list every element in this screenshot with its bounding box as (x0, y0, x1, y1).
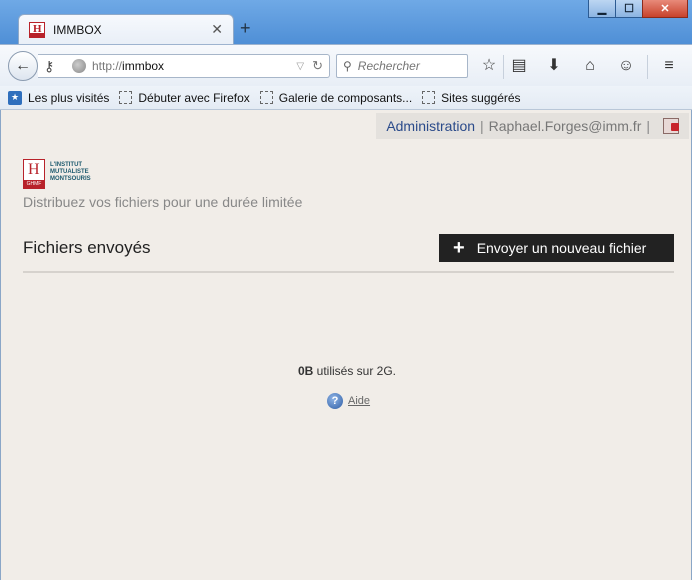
bookmark-star-icon[interactable]: ☆ (479, 57, 499, 75)
key-icon[interactable]: ⚷ (44, 58, 64, 75)
browser-tab[interactable]: IMMBOX ✕ (18, 14, 234, 44)
upload-button-label: Envoyer un nouveau fichier (476, 240, 647, 256)
home-icon[interactable]: ⌂ (580, 57, 600, 75)
toolbar-separator (503, 55, 504, 79)
logo-band: GHMF (24, 180, 44, 188)
url-host: immbox (122, 59, 165, 73)
minimize-button[interactable]: ▁ (588, 0, 616, 18)
page-icon (119, 91, 133, 104)
window-controls: ▁ ☐ ✕ (588, 0, 688, 18)
new-tab-button[interactable]: + (240, 18, 251, 38)
bookmark-suggested-sites[interactable]: Sites suggérés (422, 91, 521, 105)
window-titlebar: ▁ ☐ ✕ IMMBOX ✕ + (0, 0, 692, 44)
help-link[interactable]: Aide (348, 395, 370, 407)
download-icon[interactable]: ⬇ (544, 57, 564, 75)
reload-icon[interactable]: ↻ (312, 58, 323, 74)
separator: | (646, 118, 650, 134)
page-icon (259, 91, 273, 104)
chevron-down-icon[interactable]: ▽ (296, 61, 304, 72)
search-icon: ⚲ (343, 59, 352, 73)
menu-icon[interactable]: ≡ (659, 57, 679, 75)
tagline: Distribuez vos fichiers pour une durée l… (23, 194, 303, 210)
search-bar[interactable]: ⚲ (336, 54, 468, 78)
administration-link[interactable]: Administration (386, 118, 475, 134)
section-divider (23, 271, 674, 273)
user-email: Raphael.Forges@imm.fr (488, 118, 642, 134)
arrow-left-icon: ← (15, 57, 31, 74)
bookmark-most-visited[interactable]: ★ Les plus visités (8, 90, 109, 105)
back-button[interactable]: ← (8, 51, 38, 81)
institute-logo: H GHMF L'INSTITUT MUTUALISTE MONTSOURIS (23, 159, 91, 189)
section-title: Fichiers envoyés (23, 238, 151, 257)
help-link-group[interactable]: ? Aide (327, 393, 370, 409)
navigation-toolbar: ⚷ http://immbox ▽ ↻ ← ⚲ ☆ ▤ ⬇ ⌂ ☺ ≡ (0, 44, 692, 86)
globe-icon (72, 59, 86, 73)
storage-usage: 0B utilisés sur 2G. (1, 364, 692, 378)
search-input[interactable] (357, 59, 458, 73)
tab-close-icon[interactable]: ✕ (211, 21, 223, 38)
separator: | (480, 118, 484, 134)
bookmarks-toolbar: ★ Les plus visités Débuter avec Firefox … (0, 86, 692, 110)
logo-mark: H GHMF (23, 159, 45, 189)
page-content: Administration | Raphael.Forges@imm.fr |… (0, 110, 692, 580)
url-text[interactable]: http://immbox (92, 59, 296, 73)
help-icon[interactable]: ? (327, 393, 343, 409)
toolbar-separator (647, 55, 648, 79)
favicon-icon (29, 21, 45, 38)
usage-rest: utilisés sur 2G. (313, 364, 397, 378)
clipboard-icon[interactable]: ▤ (509, 57, 529, 75)
user-bar: Administration | Raphael.Forges@imm.fr | (376, 113, 689, 139)
chat-icon[interactable]: ☺ (616, 57, 636, 75)
url-bar[interactable]: ⚷ http://immbox ▽ ↻ (38, 54, 330, 78)
page-icon (422, 91, 436, 104)
bookmark-web-slice-gallery[interactable]: Galerie de composants... (259, 91, 412, 105)
close-window-button[interactable]: ✕ (642, 0, 688, 18)
bookmark-getting-started[interactable]: Débuter avec Firefox (119, 91, 250, 105)
maximize-button[interactable]: ☐ (615, 0, 643, 18)
upload-new-file-button[interactable]: + Envoyer un nouveau fichier (439, 234, 674, 262)
logo-text: L'INSTITUT MUTUALISTE MONTSOURIS (50, 162, 91, 182)
plus-icon: + (453, 237, 465, 259)
history-icon: ★ (8, 90, 22, 105)
usage-used: 0B (297, 364, 314, 378)
logout-icon[interactable] (663, 118, 679, 134)
tab-title: IMMBOX (53, 22, 102, 37)
